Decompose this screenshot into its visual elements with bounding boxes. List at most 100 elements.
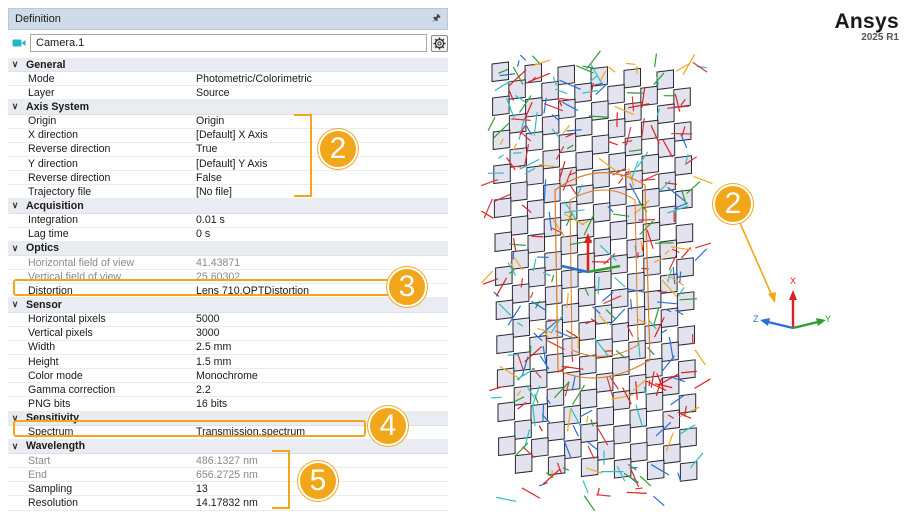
property-name: Y direction (28, 157, 78, 170)
axis-x-label: X (790, 276, 796, 286)
ray-segment (551, 274, 555, 283)
target-tile (679, 427, 697, 448)
property-row[interactable]: Trajectory file [No file] (8, 185, 448, 200)
property-value[interactable]: [No file] (196, 186, 448, 198)
ray-segment (494, 80, 511, 92)
property-row[interactable]: Mode Photometric/Colorimetric (8, 72, 448, 87)
target-tile (596, 406, 614, 427)
target-tile (544, 284, 563, 306)
property-name: Lag time (28, 228, 69, 241)
target-tile (630, 441, 648, 463)
property-row[interactable]: Horizontal pixels 5000 (8, 313, 448, 327)
ray-segment (648, 380, 651, 387)
chevron-down-icon[interactable]: ∨ (8, 243, 22, 254)
target-tile (645, 391, 664, 413)
target-tile (623, 67, 641, 89)
ray-segment (695, 242, 712, 249)
target-tile (531, 437, 549, 458)
group-header[interactable]: ∨ Acquisition (8, 199, 448, 214)
target-tile (496, 367, 515, 389)
target-tile (628, 373, 647, 395)
ray-segment (583, 495, 596, 512)
target-tile (611, 322, 629, 343)
group-label: Wavelength (26, 440, 86, 453)
target-tile (607, 84, 625, 105)
gear-icon[interactable] (431, 34, 448, 52)
ray-segment (657, 290, 668, 293)
property-row[interactable]: Color mode Monochrome (8, 369, 448, 384)
property-value[interactable]: 2.2 (196, 384, 448, 396)
target-tile (625, 203, 644, 225)
property-row[interactable]: Y direction [Default] Y Axis (8, 157, 448, 172)
chevron-down-icon[interactable]: ∨ (8, 200, 22, 211)
ray-segment (582, 65, 597, 70)
property-value[interactable]: Origin (196, 115, 448, 127)
property-row[interactable]: Origin Origin (8, 115, 448, 129)
property-name: Reverse direction (28, 171, 111, 184)
property-row[interactable]: End 656.2725 nm (8, 468, 448, 483)
axis-z-label: Z (753, 314, 759, 324)
property-row[interactable]: Sampling 13 (8, 482, 448, 497)
target-tile (591, 134, 610, 155)
property-value[interactable]: Photometric/Colorimetric (196, 73, 448, 85)
callout-axis-system: 2 (318, 129, 358, 169)
chevron-down-icon[interactable]: ∨ (8, 441, 22, 452)
property-value[interactable]: 16 bits (196, 398, 448, 410)
ray-segment (654, 53, 658, 68)
target-tile (557, 64, 575, 86)
ray-segment (587, 445, 595, 460)
property-name: X direction (28, 129, 79, 142)
target-tile (594, 270, 612, 291)
property-value[interactable]: Source (196, 87, 448, 99)
chevron-down-icon[interactable]: ∨ (8, 101, 22, 112)
property-value[interactable]: Monochrome (196, 370, 448, 382)
ray-segment (542, 403, 545, 421)
ray-segment (608, 140, 618, 146)
axis-system-bracket (294, 114, 312, 197)
property-row[interactable]: Horizontal field of view 41.43871 (8, 256, 448, 271)
property-name: PNG bits (28, 397, 71, 410)
property-row[interactable]: Lag time 0 s (8, 228, 448, 242)
object-name-input[interactable] (30, 34, 427, 52)
property-name: Start (28, 454, 51, 467)
target-tile (658, 171, 676, 193)
wavelength-bracket (272, 450, 290, 509)
property-value[interactable]: 3000 (196, 327, 448, 339)
chevron-down-icon[interactable]: ∨ (8, 299, 22, 310)
pin-icon[interactable]: 🖈 (432, 11, 441, 28)
ray-segment (629, 466, 638, 469)
property-row[interactable]: X direction [Default] X Axis (8, 129, 448, 143)
target-tile (594, 304, 613, 325)
group-header[interactable]: ∨ Sensor (8, 298, 448, 313)
property-row[interactable]: Reverse direction False (8, 171, 448, 186)
property-value[interactable]: 0 s (196, 228, 448, 240)
property-row[interactable]: Width 2.5 mm (8, 341, 448, 355)
property-row[interactable]: Layer Source (8, 86, 448, 101)
viewport-scene[interactable] (470, 40, 740, 530)
ray-segment (586, 415, 589, 423)
ray-segment (582, 480, 589, 494)
property-row[interactable]: Vertical pixels 3000 (8, 327, 448, 341)
property-row[interactable]: Gamma correction 2.2 (8, 383, 448, 398)
group-header[interactable]: ∨ Optics (8, 241, 448, 256)
target-tile (613, 424, 631, 445)
chevron-down-icon[interactable]: ∨ (8, 59, 22, 70)
property-row[interactable]: Start 486.1327 nm (8, 454, 448, 469)
property-value[interactable]: False (196, 172, 448, 184)
property-row[interactable]: Height 1.5 mm (8, 355, 448, 370)
target-tile (496, 333, 514, 355)
property-value[interactable]: 2.5 mm (196, 341, 448, 353)
property-value[interactable]: 5000 (196, 313, 448, 325)
group-header[interactable]: ∨ Axis System (8, 100, 448, 115)
group-label: Sensor (26, 298, 62, 311)
property-row[interactable]: Integration 0.01 s (8, 214, 448, 228)
property-value[interactable]: 0.01 s (196, 214, 448, 226)
property-row[interactable]: Resolution 14.17832 nm (8, 496, 448, 511)
property-value[interactable]: 1.5 mm (196, 356, 448, 368)
property-row[interactable]: Reverse direction True (8, 143, 448, 157)
group-header[interactable]: ∨ General (8, 58, 448, 73)
logo-word: Ansys (834, 10, 899, 33)
property-name: Color mode (28, 369, 83, 382)
target-tile (509, 147, 527, 168)
target-tile (579, 354, 597, 376)
